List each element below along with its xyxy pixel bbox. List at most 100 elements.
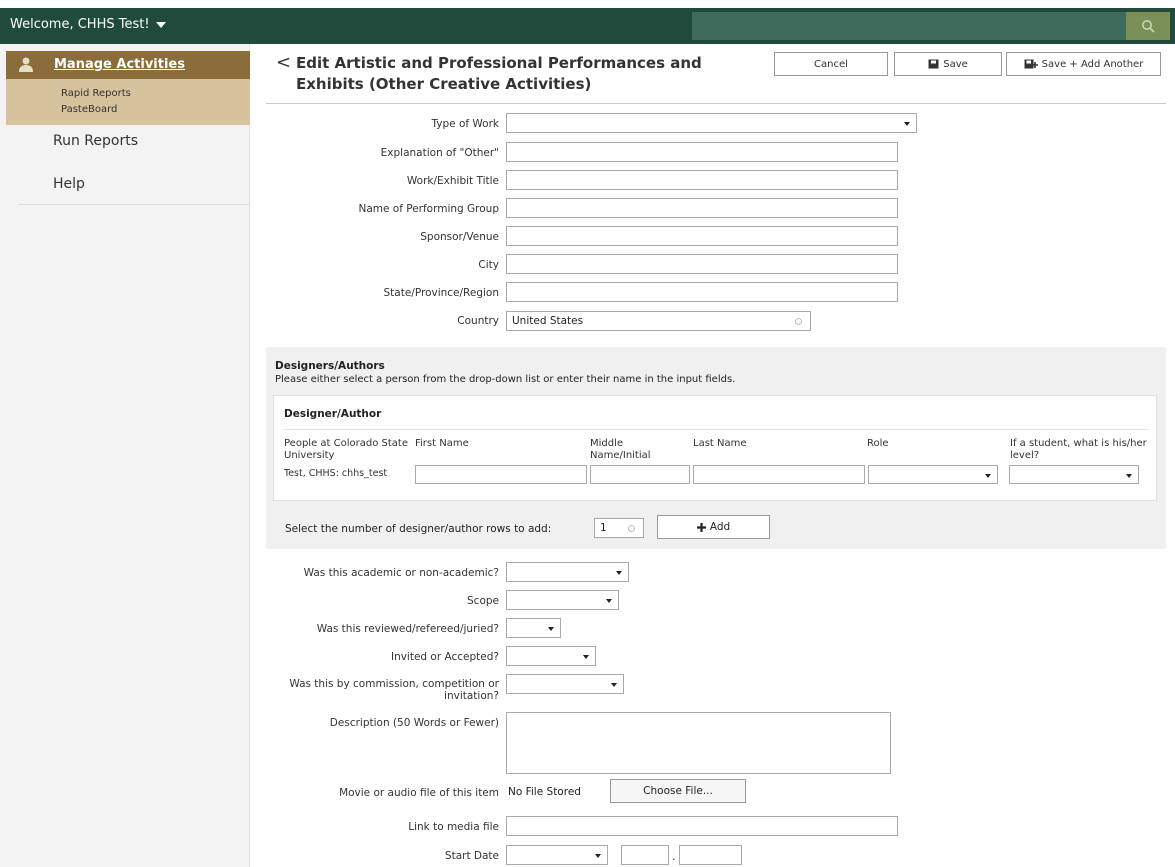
designer-divider: [284, 429, 1148, 430]
performing-group-label: Name of Performing Group: [358, 203, 499, 215]
rows-to-add-label: Select the number of designer/author row…: [285, 523, 552, 535]
clear-icon[interactable]: [628, 525, 635, 532]
designers-section: Designers/Authors Please either select a…: [266, 347, 1166, 549]
save-icon: [928, 59, 939, 69]
top-bar: Welcome, CHHS Test!: [0, 8, 1175, 44]
designers-title: Designers/Authors: [275, 360, 385, 372]
middle-name-input[interactable]: [590, 465, 690, 484]
col-first-header: First Name: [415, 438, 469, 449]
dropdown-arrow-icon: [548, 627, 554, 631]
last-name-input[interactable]: [693, 465, 865, 484]
col-people-header: People at Colorado State University: [284, 438, 408, 461]
start-month-select[interactable]: [506, 845, 608, 865]
search-icon: [1142, 20, 1155, 33]
col-student-header: If a student, what is his/her level?: [1010, 438, 1147, 461]
scope-label: Scope: [467, 595, 499, 607]
invited-select[interactable]: [506, 646, 596, 666]
description-label: Description (50 Words or Fewer): [329, 717, 499, 729]
start-day-input[interactable]: [621, 845, 669, 865]
sidebar-item-label: Manage Activities: [54, 57, 185, 72]
sidebar-subitem-rapid-reports[interactable]: Rapid Reports: [61, 88, 131, 99]
reviewed-label: Was this reviewed/refereed/juried?: [316, 623, 499, 635]
commission-label: Was this by commission, competition or i…: [289, 678, 499, 702]
dropdown-arrow-icon: [1126, 474, 1132, 478]
sponsor-venue-input[interactable]: [506, 226, 898, 246]
work-title-label: Work/Exhibit Title: [406, 175, 499, 187]
search-button[interactable]: [1126, 12, 1170, 40]
sidebar: Manage Activities Rapid Reports PasteBoa…: [0, 44, 250, 867]
type-of-work-label: Type of Work: [431, 118, 499, 130]
description-textarea[interactable]: [506, 712, 891, 774]
sidebar-item-run-reports[interactable]: Run Reports: [53, 133, 138, 149]
type-of-work-select[interactable]: [506, 113, 917, 133]
dropdown-arrow-icon: [616, 571, 622, 575]
performing-group-input[interactable]: [506, 198, 898, 218]
person-value: Test, CHHS: chhs_test: [284, 468, 388, 479]
cancel-button[interactable]: Cancel: [774, 52, 888, 76]
plus-icon: [696, 522, 706, 532]
city-input[interactable]: [506, 254, 898, 274]
add-label: Add: [709, 521, 731, 533]
academic-label: Was this academic or non-academic?: [303, 567, 499, 579]
save-add-label: Save + Add Another: [1041, 58, 1144, 70]
designers-description: Please either select a person from the d…: [275, 374, 736, 385]
start-date-label: Start Date: [444, 850, 499, 862]
country-select[interactable]: United States: [506, 311, 811, 331]
dropdown-arrow-icon: [611, 683, 617, 687]
country-label: Country: [457, 315, 499, 327]
no-file-text: No File Stored: [508, 786, 581, 798]
choose-file-label: Choose File...: [643, 785, 713, 797]
country-value: United States: [512, 315, 584, 327]
first-name-input[interactable]: [415, 465, 587, 484]
dropdown-arrow-icon: [595, 854, 601, 858]
save-label: Save: [943, 58, 968, 70]
add-rows-button[interactable]: Add: [657, 515, 770, 539]
invited-label: Invited or Accepted?: [390, 651, 499, 663]
col-role-header: Role: [867, 438, 889, 449]
save-add-another-button[interactable]: Save + Add Another: [1006, 52, 1161, 76]
city-label: City: [478, 259, 499, 271]
sidebar-divider: [18, 204, 250, 205]
sidebar-item-manage-activities[interactable]: Manage Activities: [6, 51, 250, 79]
academic-select[interactable]: [506, 562, 629, 582]
dropdown-arrow-icon: [606, 599, 612, 603]
caret-down-icon: [155, 21, 166, 28]
save-button[interactable]: Save: [894, 52, 1002, 76]
welcome-text: Welcome, CHHS Test!: [10, 17, 150, 32]
person-icon: [19, 57, 33, 72]
link-media-input[interactable]: [506, 816, 898, 836]
scope-select[interactable]: [506, 590, 619, 610]
user-menu[interactable]: Welcome, CHHS Test!: [10, 17, 166, 32]
link-media-label: Link to media file: [408, 821, 499, 833]
explanation-other-input[interactable]: [506, 142, 898, 162]
student-level-select[interactable]: [1009, 465, 1139, 484]
role-select[interactable]: [868, 465, 998, 484]
commission-select[interactable]: [506, 674, 624, 694]
designer-author-box: Designer/Author People at Colorado State…: [273, 395, 1157, 501]
search-input[interactable]: [692, 12, 1126, 40]
col-middle-header: Middle Name/Initial: [590, 438, 651, 461]
state-input[interactable]: [506, 282, 898, 302]
back-chevron-icon[interactable]: <: [276, 52, 291, 73]
cancel-label: Cancel: [814, 58, 848, 70]
media-file-label: Movie or audio file of this item: [339, 787, 499, 799]
choose-file-button[interactable]: Choose File...: [610, 779, 746, 803]
dropdown-arrow-icon: [583, 655, 589, 659]
work-title-input[interactable]: [506, 170, 898, 190]
sidebar-section-manage-activities: Manage Activities Rapid Reports PasteBoa…: [6, 51, 250, 125]
sidebar-item-help[interactable]: Help: [53, 176, 85, 192]
header-divider: [266, 103, 1166, 104]
start-year-input[interactable]: [679, 845, 742, 865]
reviewed-select[interactable]: [506, 618, 561, 638]
dropdown-arrow-icon: [904, 122, 910, 126]
clear-icon[interactable]: [795, 318, 802, 325]
sponsor-venue-label: Sponsor/Venue: [420, 231, 499, 243]
explanation-other-label: Explanation of "Other": [380, 147, 499, 159]
rows-value: 1: [600, 522, 607, 534]
designer-author-title: Designer/Author: [284, 408, 382, 420]
sidebar-subitem-pasteboard[interactable]: PasteBoard: [61, 104, 117, 115]
date-separator: .: [672, 850, 676, 863]
rows-to-add-input[interactable]: 1: [594, 518, 644, 538]
dropdown-arrow-icon: [985, 474, 991, 478]
col-last-header: Last Name: [693, 438, 747, 449]
